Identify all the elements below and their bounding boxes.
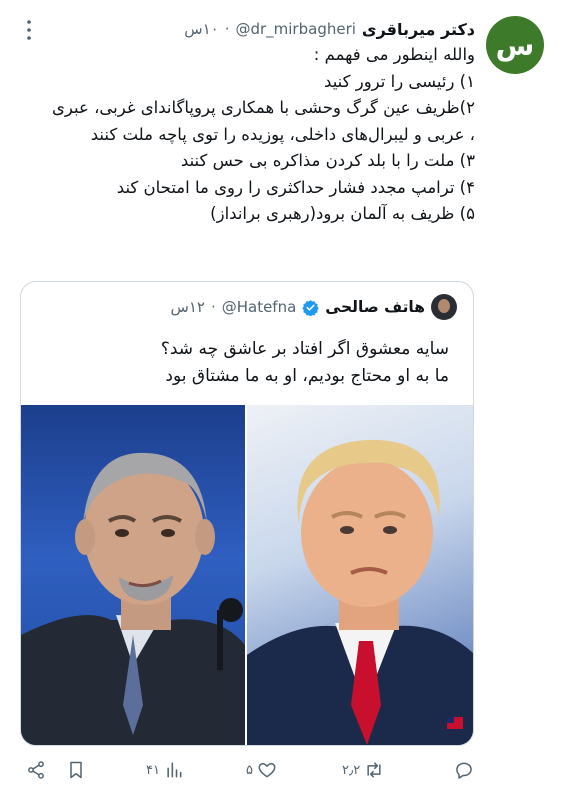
quote-header: هاتف صالحی @Hatefna · ۱۲س	[171, 294, 457, 320]
verified-badge-icon	[302, 299, 319, 316]
retweet-icon	[367, 762, 381, 778]
tweet-time[interactable]: ۱۰س	[184, 20, 218, 38]
more-options-icon[interactable]	[22, 16, 36, 44]
tweet-text: والله اینطور می فهمم : ۱) رئیسی را ترور …	[45, 42, 475, 228]
bookmark-button[interactable]	[66, 750, 86, 790]
retweets-count: ۲٫۲	[342, 762, 361, 778]
author-avatar[interactable]: س	[486, 16, 544, 74]
portrait-right-image	[247, 439, 473, 745]
tweet-line: ۱) رئیسی را ترور کنید	[324, 71, 475, 91]
views-button[interactable]: ۴۱	[146, 750, 184, 790]
separator-dot: ·	[224, 20, 230, 38]
bookmark-icon	[70, 761, 82, 779]
tweet-line: ۵) ظریف به آلمان برود(رهبری برانداز)	[210, 204, 475, 223]
quote-time[interactable]: ۱۲س	[171, 298, 205, 316]
retweet-button[interactable]: ۲٫۲	[342, 750, 384, 790]
tweet-line: ۳) ملت را با بلد کردن مذاکره بی حس کنند	[180, 151, 475, 170]
separator-dot: ·	[210, 298, 216, 316]
share-icon	[28, 761, 44, 779]
quote-line: ما به او محتاج بودیم، او به ما مشتاق بود	[165, 366, 449, 386]
share-button[interactable]	[26, 750, 46, 790]
quote-author-avatar[interactable]	[431, 294, 457, 320]
quoted-tweet[interactable]: هاتف صالحی @Hatefna · ۱۲س سایه معشوق اگر…	[20, 281, 474, 746]
tweet-actions: ۴۱ ۵ ۲٫۲	[0, 750, 561, 790]
tweet-line: ۴) ترامپ مجدد فشار حداکثری را روی ما امت…	[116, 177, 475, 197]
heart-icon	[258, 763, 276, 778]
likes-count: ۵	[246, 762, 253, 778]
tweet-header: دکتر میرباقری @dr_mirbagheri · ۱۰س	[184, 16, 475, 42]
portrait-left-image	[21, 452, 245, 745]
like-button[interactable]: ۵	[246, 750, 277, 790]
quote-author-handle[interactable]: @Hatefna	[222, 298, 297, 316]
quote-photo-right[interactable]	[247, 405, 473, 745]
author-handle[interactable]: @dr_mirbagheri	[235, 20, 355, 38]
reply-button[interactable]	[450, 750, 474, 790]
quote-photo-left[interactable]	[21, 405, 245, 745]
reply-icon	[456, 762, 472, 779]
quote-line: سایه معشوق اگر افتاد بر عاشق چه شد؟	[160, 339, 449, 359]
tweet-line: ۲)ظریف عین گرگ وحشی با همکاری پروپاگاندا…	[52, 98, 475, 144]
views-count: ۴۱	[146, 762, 160, 778]
quote-author-name[interactable]: هاتف صالحی	[325, 298, 425, 316]
author-name[interactable]: دکتر میرباقری	[362, 20, 475, 39]
tweet-line: والله اینطور می فهمم :	[313, 45, 475, 64]
views-icon	[167, 762, 182, 778]
quote-text: سایه معشوق اگر افتاد بر عاشق چه شد؟ ما ب…	[29, 336, 449, 390]
